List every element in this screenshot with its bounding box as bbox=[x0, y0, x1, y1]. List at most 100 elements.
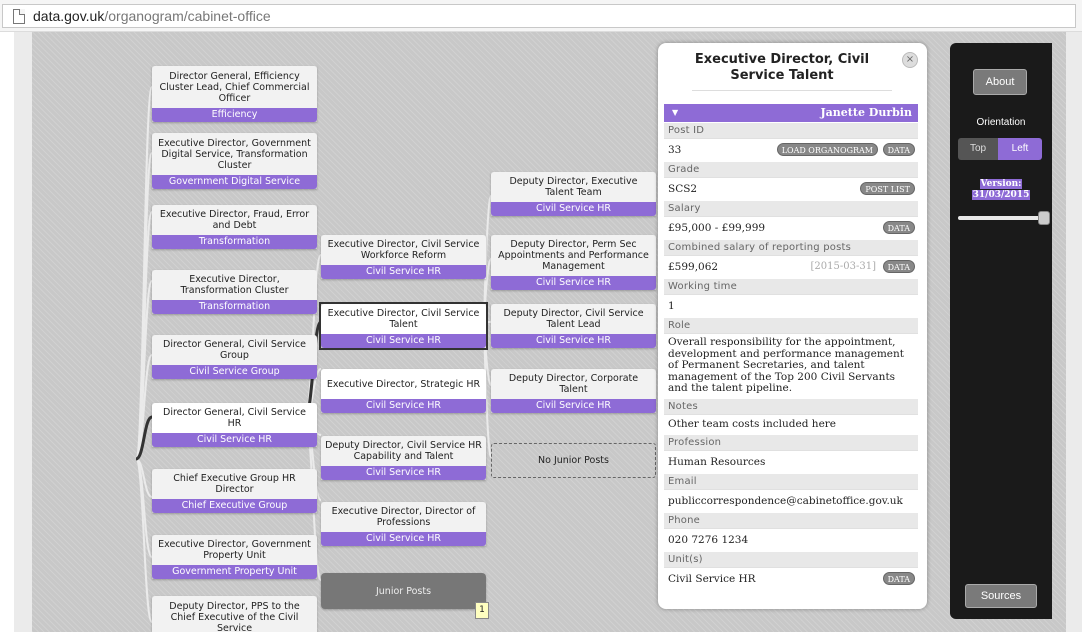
data-button[interactable]: DATA bbox=[882, 143, 915, 156]
tree-node[interactable]: Deputy Director, Perm Sec Appointments a… bbox=[491, 235, 656, 290]
role-label: Role bbox=[664, 317, 918, 333]
node-dept: Government Property Unit bbox=[152, 565, 317, 579]
grade-label: Grade bbox=[664, 161, 918, 177]
combined-salary-value: £599,062 [2015-03-31] DATA bbox=[664, 255, 918, 278]
version-slider-track[interactable] bbox=[958, 216, 1044, 220]
combined-salary-label: Combined salary of reporting posts bbox=[664, 239, 918, 255]
node-dept: Chief Executive Group bbox=[152, 499, 317, 513]
node-title: Executive Director, Civil Service Workfo… bbox=[321, 235, 486, 265]
tree-node[interactable]: Executive Director, Government Digital S… bbox=[152, 133, 317, 189]
tree-node[interactable]: Executive Director, Civil Service Workfo… bbox=[321, 235, 486, 279]
phone-label: Phone bbox=[664, 511, 918, 528]
junior-posts-node[interactable]: Junior Posts bbox=[321, 573, 486, 609]
version-title: Version: bbox=[979, 179, 1023, 189]
person-header[interactable]: ▼ Janette Durbin bbox=[664, 104, 918, 122]
tree-node[interactable]: Executive Director, Transformation Clust… bbox=[152, 270, 317, 314]
node-title: Deputy Director, Corporate Talent bbox=[491, 369, 656, 399]
node-dept: Civil Service HR bbox=[321, 265, 486, 279]
node-dept: Civil Service HR bbox=[491, 202, 656, 216]
salary-label: Salary bbox=[664, 200, 918, 216]
node-dept: Civil Service HR bbox=[491, 399, 656, 413]
node-dept: Civil Service HR bbox=[152, 433, 317, 447]
about-button[interactable]: About bbox=[973, 69, 1027, 95]
person-name: Janette Durbin bbox=[820, 106, 912, 119]
node-title: Director General, Civil Service HR bbox=[152, 403, 317, 433]
tree-node[interactable]: Executive Director, Strategic HR Civil S… bbox=[321, 369, 486, 413]
tree-node[interactable]: Deputy Director, Executive Talent Team C… bbox=[491, 172, 656, 216]
node-dept: Civil Service Group bbox=[152, 365, 317, 379]
tree-node[interactable]: Executive Director, Government Property … bbox=[152, 535, 317, 579]
tree-node[interactable]: Director General, Efficiency Cluster Lea… bbox=[152, 66, 317, 122]
node-title: Executive Director, Government Property … bbox=[152, 535, 317, 565]
node-title: Director General, Efficiency Cluster Lea… bbox=[152, 66, 317, 108]
tree-node[interactable]: Chief Executive Group HR Director Chief … bbox=[152, 469, 317, 513]
notes-value: Other team costs included here bbox=[664, 413, 918, 434]
node-title: Executive Director, Government Digital S… bbox=[152, 133, 317, 175]
tree-node[interactable]: Deputy Director, Civil Service HR Capabi… bbox=[321, 436, 486, 480]
post-details-panel: Executive Director, Civil Service Talent… bbox=[658, 43, 927, 609]
grade: SCS2 bbox=[668, 183, 698, 195]
load-organogram-button[interactable]: LOAD ORGANOGRAM bbox=[776, 143, 878, 156]
phone-value: 020 7276 1234 bbox=[664, 527, 918, 551]
node-title: Executive Director, Director of Professi… bbox=[321, 502, 486, 532]
tree-node[interactable]: Executive Director, Fraud, Error and Deb… bbox=[152, 205, 317, 249]
junior-count-badge[interactable]: 1 bbox=[475, 602, 489, 619]
caret-down-icon[interactable]: ▼ bbox=[672, 104, 678, 122]
post-list-button[interactable]: POST LIST bbox=[860, 182, 915, 195]
profession-value: Human Resources bbox=[664, 449, 918, 473]
post-id-value: 33 LOAD ORGANOGRAM DATA bbox=[664, 138, 918, 161]
node-title: Deputy Director, Civil Service Talent Le… bbox=[491, 304, 656, 334]
node-dept: Civil Service HR bbox=[491, 276, 656, 290]
panel-title: Executive Director, Civil Service Talent bbox=[694, 52, 870, 83]
working-time-value: 1 bbox=[664, 294, 918, 317]
data-button[interactable]: DATA bbox=[882, 221, 915, 234]
tree-node[interactable]: Deputy Director, Civil Service Talent Le… bbox=[491, 304, 656, 348]
role-value: Overall responsibility for the appointme… bbox=[664, 333, 918, 398]
tree-node-selected[interactable]: Executive Director, Civil Service Talent… bbox=[319, 302, 488, 350]
tree-node[interactable]: Deputy Director, Corporate Talent Civil … bbox=[491, 369, 656, 413]
combined-salary: £599,062 bbox=[668, 261, 719, 273]
node-dept: Government Digital Service bbox=[152, 175, 317, 189]
salary: £95,000 - £99,999 bbox=[668, 222, 766, 234]
version-slider-handle[interactable] bbox=[1038, 211, 1050, 225]
node-title: Deputy Director, PPS to the Chief Execut… bbox=[152, 596, 317, 632]
profession-label: Profession bbox=[664, 433, 918, 450]
tree-node[interactable]: Deputy Director, PPS to the Chief Execut… bbox=[152, 596, 317, 632]
tree-node[interactable]: Executive Director, Director of Professi… bbox=[321, 502, 486, 546]
divider bbox=[692, 90, 892, 91]
node-title: Chief Executive Group HR Director bbox=[152, 469, 317, 499]
no-junior-posts-node: No Junior Posts bbox=[491, 443, 656, 478]
working-time-label: Working time bbox=[664, 278, 918, 294]
email-value[interactable]: publiccorrespondence@cabinetoffice.gov.u… bbox=[664, 488, 918, 512]
email-label: Email bbox=[664, 472, 918, 489]
tree-node[interactable]: Director General, Civil Service Group Ci… bbox=[152, 335, 317, 379]
close-icon[interactable]: × bbox=[902, 52, 918, 68]
node-title: Executive Director, Civil Service Talent bbox=[321, 304, 486, 334]
url-path: /organogram/cabinet-office bbox=[104, 8, 271, 24]
node-title: Director General, Civil Service Group bbox=[152, 335, 317, 365]
node-dept: Civil Service HR bbox=[321, 334, 486, 348]
node-title: Junior Posts bbox=[375, 585, 432, 597]
node-title: Executive Director, Strategic HR bbox=[321, 369, 486, 399]
combined-salary-date: [2015-03-31] bbox=[810, 261, 876, 272]
node-dept: Transformation bbox=[152, 235, 317, 249]
node-title: Deputy Director, Civil Service HR Capabi… bbox=[321, 436, 486, 466]
orientation-left-button[interactable]: Left bbox=[998, 138, 1042, 160]
post-id-label: Post ID bbox=[664, 122, 918, 138]
data-button[interactable]: DATA bbox=[882, 260, 915, 273]
node-dept: Civil Service HR bbox=[321, 399, 486, 413]
sources-button[interactable]: Sources bbox=[965, 584, 1037, 608]
node-dept: Transformation bbox=[152, 300, 317, 314]
version-date: 31/03/2015 bbox=[971, 190, 1031, 200]
tree-node[interactable]: Director General, Civil Service HR Civil… bbox=[152, 403, 317, 447]
notes-label: Notes bbox=[664, 397, 918, 414]
page-bottom bbox=[0, 632, 1082, 639]
node-dept: Civil Service HR bbox=[321, 466, 486, 480]
post-id: 33 bbox=[668, 144, 682, 156]
node-title: Executive Director, Transformation Clust… bbox=[152, 270, 317, 300]
node-dept: Civil Service HR bbox=[321, 532, 486, 546]
version-label: Version: 31/03/2015 bbox=[954, 179, 1048, 201]
url-field[interactable]: data.gov.uk/organogram/cabinet-office bbox=[2, 4, 1076, 28]
data-button[interactable]: DATA bbox=[882, 571, 915, 585]
orientation-top-button[interactable]: Top bbox=[958, 138, 998, 160]
